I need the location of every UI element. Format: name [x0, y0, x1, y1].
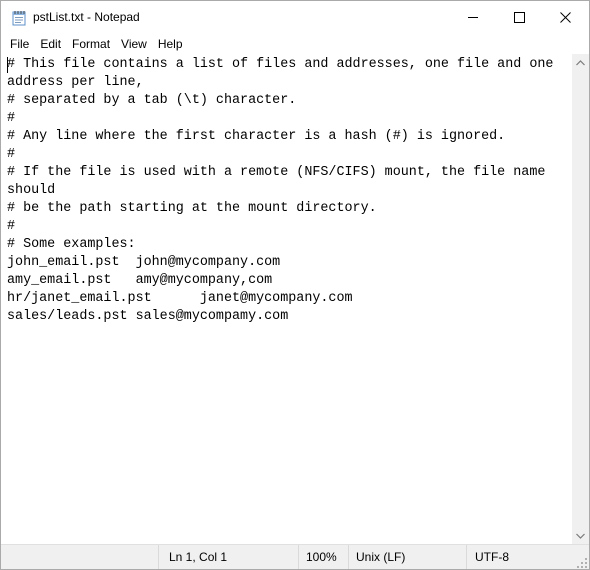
maximize-icon	[513, 12, 525, 23]
close-button[interactable]	[542, 1, 588, 34]
notepad-window: pstList.txt - Notepad File Edit Format V…	[0, 0, 590, 570]
scroll-up-button[interactable]	[572, 54, 589, 71]
menu-format[interactable]: Format	[66, 34, 115, 54]
vertical-scrollbar[interactable]	[572, 54, 589, 544]
cursor-position: Ln 1, Col 1	[158, 545, 298, 569]
menu-bar: File Edit Format View Help	[1, 34, 589, 54]
encoding: UTF-8	[466, 545, 589, 569]
editor-content[interactable]: # This file contains a list of files and…	[7, 56, 553, 326]
text-editor[interactable]: # This file contains a list of files and…	[2, 54, 572, 544]
window-title: pstList.txt - Notepad	[33, 10, 140, 24]
menu-help[interactable]: Help	[152, 34, 188, 54]
resize-grip-icon[interactable]	[577, 557, 587, 568]
status-bar: Ln 1, Col 1 100% Unix (LF) UTF-8	[1, 544, 589, 569]
zoom-level: 100%	[298, 545, 348, 569]
text-caret	[7, 57, 8, 73]
notepad-icon	[12, 10, 26, 26]
menu-view[interactable]: View	[115, 34, 152, 54]
minimize-button[interactable]	[450, 1, 496, 34]
chevron-up-icon	[576, 59, 585, 65]
menu-file[interactable]: File	[4, 34, 34, 54]
maximize-button[interactable]	[496, 1, 542, 34]
menu-edit[interactable]: Edit	[34, 34, 66, 54]
scroll-down-button[interactable]	[572, 527, 589, 544]
minimize-icon	[467, 17, 478, 18]
close-icon	[559, 12, 571, 23]
title-bar[interactable]: pstList.txt - Notepad	[1, 1, 589, 34]
line-ending: Unix (LF)	[348, 545, 466, 569]
chevron-down-icon	[576, 533, 585, 539]
